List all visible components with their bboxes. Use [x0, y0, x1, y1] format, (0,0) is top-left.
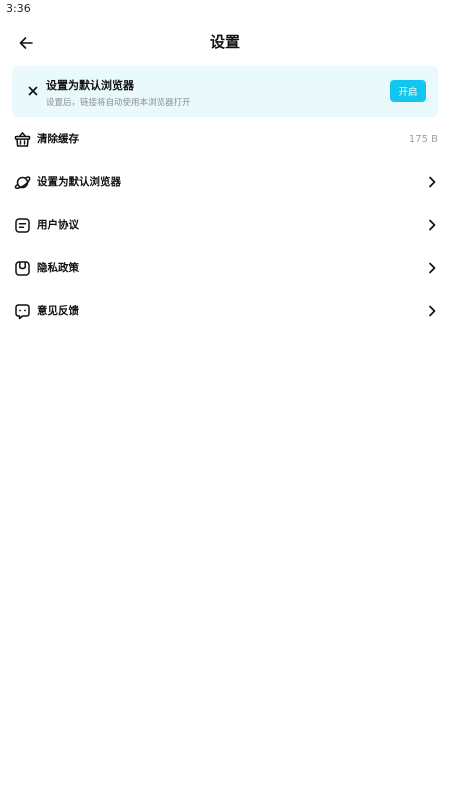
menu-item-clear-cache[interactable]: 清除缓存 175 B [0, 118, 450, 161]
header: 设置 [0, 20, 450, 64]
status-bar: 3:36 [0, 0, 450, 20]
basket-icon [14, 132, 31, 147]
planet-icon [14, 176, 31, 189]
menu-item-default-browser[interactable]: 设置为默认浏览器 [0, 161, 450, 204]
menu-item-label: 意见反馈 [37, 305, 79, 317]
cache-size-value: 175 B [408, 134, 438, 145]
menu-item-privacy-policy[interactable]: 隐私政策 [0, 247, 450, 290]
menu-item-label: 用户协议 [37, 219, 79, 231]
chat-icon [15, 304, 30, 320]
banner-subtitle: 设置后，链接将自动使用本浏览器打开 [46, 98, 191, 108]
status-time: 3:36 [6, 2, 31, 15]
menu-item-user-agreement[interactable]: 用户协议 [0, 204, 450, 247]
close-icon [28, 86, 38, 96]
banner-close-button[interactable] [24, 82, 42, 100]
chevron-right-icon [429, 219, 436, 231]
chevron-right-icon [429, 305, 436, 317]
menu-item-label: 隐私政策 [37, 262, 79, 274]
banner-title: 设置为默认浏览器 [46, 79, 134, 92]
settings-menu: 清除缓存 175 B 设置为默认浏览器 用户协议 隐私政策 意见反馈 [0, 118, 450, 333]
chevron-right-icon [429, 262, 436, 274]
shield-icon [15, 261, 30, 276]
menu-item-label: 清除缓存 [37, 133, 79, 145]
document-icon [15, 218, 30, 233]
page-title: 设置 [209, 33, 240, 51]
default-browser-banner: 设置为默认浏览器 设置后，链接将自动使用本浏览器打开 开启 [12, 66, 438, 117]
chevron-right-icon [429, 176, 436, 188]
menu-item-feedback[interactable]: 意见反馈 [0, 290, 450, 333]
enable-default-button[interactable]: 开启 [390, 80, 426, 102]
menu-item-label: 设置为默认浏览器 [37, 176, 121, 188]
